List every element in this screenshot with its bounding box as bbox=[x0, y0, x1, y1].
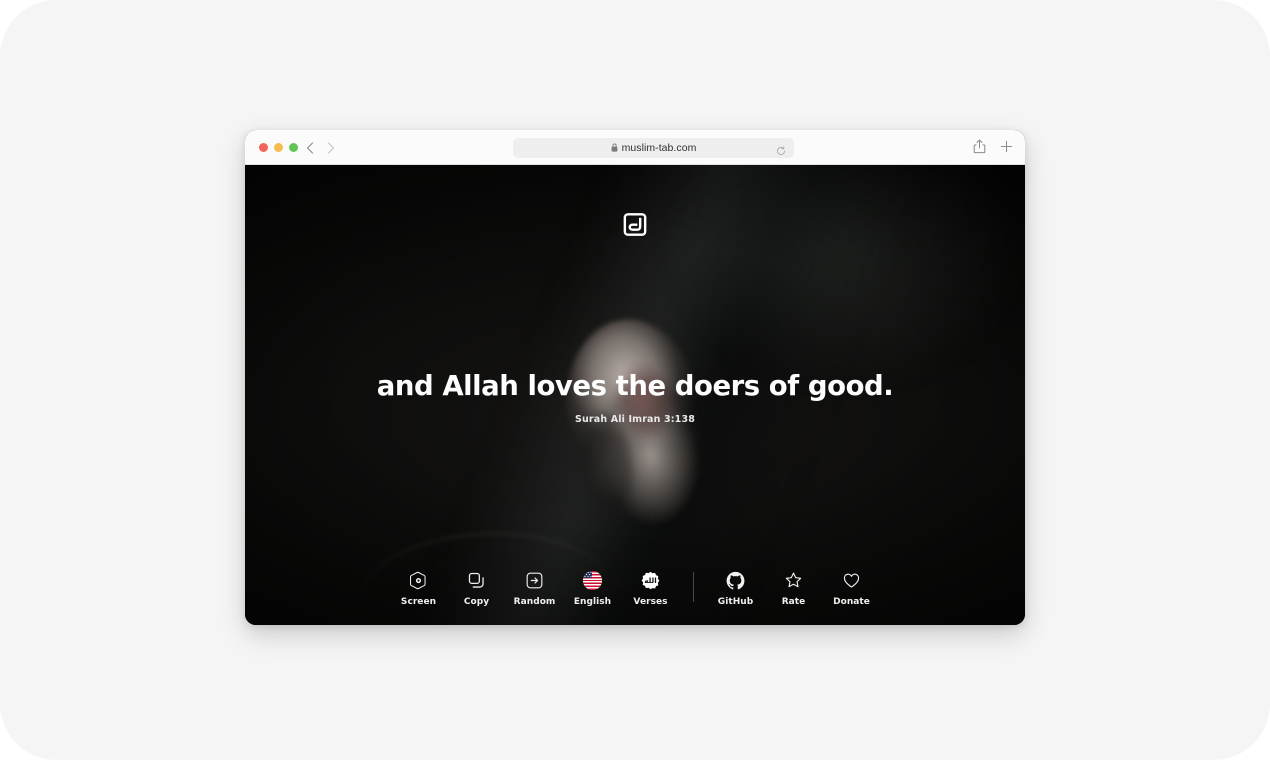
toolbar-item-screen[interactable]: Screen bbox=[390, 570, 448, 607]
verses-badge-graphic: الله bbox=[641, 571, 660, 590]
random-arrow-icon bbox=[525, 570, 545, 590]
toolbar-item-rate[interactable]: Rate bbox=[765, 570, 823, 607]
quote-reference: Surah Ali Imran 3:138 bbox=[575, 414, 695, 425]
heart-icon bbox=[842, 570, 862, 590]
toolbar-label: GitHub bbox=[717, 597, 754, 607]
browser-titlebar: muslim-tab.com bbox=[245, 130, 1025, 165]
url-text: muslim-tab.com bbox=[621, 142, 697, 154]
browser-window: muslim-tab.com and Allah loves the doers… bbox=[245, 130, 1025, 625]
toolbar-label: Rate bbox=[781, 597, 806, 607]
forward-icon[interactable] bbox=[324, 140, 338, 156]
toolbar-item-verses[interactable]: الله Verses bbox=[622, 570, 680, 607]
minimize-window-button[interactable] bbox=[274, 143, 283, 152]
verses-badge-icon: الله bbox=[641, 570, 661, 590]
quote-block: and Allah loves the doers of good. Surah… bbox=[245, 370, 1025, 425]
star-icon bbox=[784, 570, 804, 590]
quote-text: and Allah loves the doers of good. bbox=[376, 370, 894, 402]
address-bar[interactable]: muslim-tab.com bbox=[513, 138, 794, 158]
toolbar-label: Screen bbox=[400, 597, 437, 607]
toolbar-label: Verses bbox=[633, 597, 668, 607]
navigation-buttons bbox=[303, 140, 338, 156]
close-window-button[interactable] bbox=[259, 143, 268, 152]
page-viewport: and Allah loves the doers of good. Surah… bbox=[245, 165, 1025, 625]
toolbar-divider bbox=[692, 572, 694, 602]
toolbar-label: English bbox=[573, 597, 612, 607]
flag-canton bbox=[583, 570, 592, 579]
zoom-window-button[interactable] bbox=[289, 143, 298, 152]
screen-camera-icon bbox=[409, 570, 429, 590]
muslim-tab-logo-icon[interactable] bbox=[623, 213, 647, 236]
window-controls bbox=[259, 143, 298, 152]
toolbar-primary-group: Screen Copy Random English الله Verses bbox=[390, 570, 680, 607]
lock-icon bbox=[611, 139, 618, 157]
browser-toolbar-right bbox=[973, 139, 1013, 154]
bottom-toolbar: Screen Copy Random English الله Verses G… bbox=[245, 570, 1025, 607]
us-flag-graphic bbox=[583, 570, 602, 590]
toolbar-item-copy[interactable]: Copy bbox=[448, 570, 506, 607]
github-icon bbox=[726, 570, 746, 590]
toolbar-label: Copy bbox=[463, 597, 490, 607]
toolbar-item-random[interactable]: Random bbox=[506, 570, 564, 607]
reload-icon[interactable] bbox=[776, 143, 786, 161]
address-bar-content: muslim-tab.com bbox=[611, 139, 697, 157]
us-flag-icon bbox=[583, 570, 603, 590]
back-icon[interactable] bbox=[303, 140, 317, 156]
toolbar-item-donate[interactable]: Donate bbox=[823, 570, 881, 607]
copy-icon bbox=[467, 570, 487, 590]
new-tab-icon[interactable] bbox=[1000, 140, 1013, 153]
svg-text:الله: الله bbox=[644, 575, 657, 584]
toolbar-secondary-group: GitHub Rate Donate bbox=[707, 570, 881, 607]
toolbar-item-english[interactable]: English bbox=[564, 570, 622, 607]
share-icon[interactable] bbox=[973, 139, 986, 154]
page-canvas: muslim-tab.com and Allah loves the doers… bbox=[0, 0, 1270, 760]
toolbar-label: Random bbox=[513, 597, 556, 607]
toolbar-label: Donate bbox=[833, 597, 870, 607]
toolbar-item-github[interactable]: GitHub bbox=[707, 570, 765, 607]
